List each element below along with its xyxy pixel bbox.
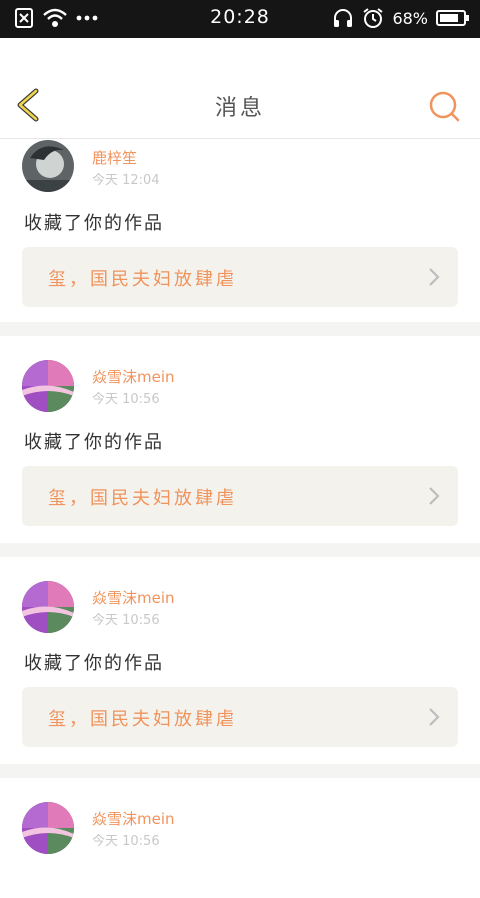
work-link[interactable]: 玺，国民夫妇放肆虐 xyxy=(22,466,458,526)
alarm-icon xyxy=(363,8,384,28)
headset-icon xyxy=(334,9,353,27)
status-bar: 20:28 68% xyxy=(0,0,480,38)
timestamp: 今天 10:56 xyxy=(92,392,160,407)
battery-icon xyxy=(436,10,469,26)
username[interactable]: 鹿梓笙 xyxy=(92,147,137,168)
action-text: 收藏了你的作品 xyxy=(24,653,164,674)
search-icon[interactable] xyxy=(428,90,460,122)
list-item: 焱雪沫mein 今天 10:56 xyxy=(0,778,480,898)
action-text: 收藏了你的作品 xyxy=(24,432,164,453)
page-title: 消息 xyxy=(214,96,265,121)
battery-percent: 68% xyxy=(392,8,428,28)
navbar: 消息 xyxy=(0,38,480,139)
list-item: 焱雪沫mein 今天 10:56 收藏了你的作品 玺，国民夫妇放肆虐 xyxy=(0,557,480,764)
avatar[interactable] xyxy=(22,581,74,633)
avatar[interactable] xyxy=(22,360,74,412)
list-item: 鹿梓笙 今天 12:04 收藏了你的作品 玺，国民夫妇放肆虐 xyxy=(0,139,480,322)
avatar[interactable] xyxy=(22,802,74,854)
username[interactable]: 焱雪沫mein xyxy=(92,808,175,829)
chevron-right-icon xyxy=(429,268,440,286)
notification-list: 鹿梓笙 今天 12:04 收藏了你的作品 玺，国民夫妇放肆虐 焱雪沫mein 今… xyxy=(0,139,480,898)
action-text: 收藏了你的作品 xyxy=(24,213,164,234)
timestamp: 今天 10:56 xyxy=(92,613,160,628)
username[interactable]: 焱雪沫mein xyxy=(92,587,175,608)
list-item: 焱雪沫mein 今天 10:56 收藏了你的作品 玺，国民夫妇放肆虐 xyxy=(0,336,480,543)
timestamp: 今天 10:56 xyxy=(92,834,160,849)
avatar[interactable] xyxy=(22,140,74,192)
work-title: 玺，国民夫妇放肆虐 xyxy=(48,709,237,730)
work-title: 玺，国民夫妇放肆虐 xyxy=(48,488,237,509)
timestamp: 今天 12:04 xyxy=(92,173,160,188)
status-right-icons: 68% xyxy=(332,7,470,29)
chevron-right-icon xyxy=(429,487,440,505)
work-title: 玺，国民夫妇放肆虐 xyxy=(48,269,237,290)
work-link[interactable]: 玺，国民夫妇放肆虐 xyxy=(22,247,458,307)
chevron-right-icon xyxy=(429,708,440,726)
work-link[interactable]: 玺，国民夫妇放肆虐 xyxy=(22,687,458,747)
username[interactable]: 焱雪沫mein xyxy=(92,366,175,387)
